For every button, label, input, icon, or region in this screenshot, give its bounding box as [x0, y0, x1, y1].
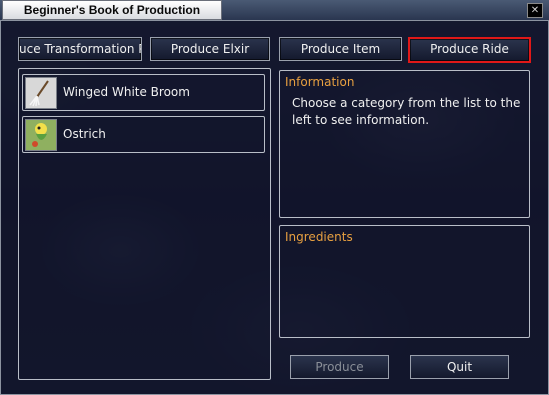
information-panel: Information Choose a category from the l…: [279, 70, 530, 218]
recipe-label: Ostrich: [63, 127, 106, 141]
quit-button[interactable]: Quit: [410, 355, 509, 379]
window-title: Beginner's Book of Production: [2, 0, 222, 20]
information-text: Choose a category from the list to the l…: [292, 96, 521, 127]
list-item-ostrich[interactable]: Ostrich: [22, 116, 265, 153]
tab-produce-item[interactable]: Produce Item: [279, 37, 402, 61]
recipe-label: Winged White Broom: [63, 85, 190, 99]
tab-produce-ride[interactable]: Produce Ride: [408, 37, 531, 63]
ostrich-icon: [25, 119, 57, 151]
list-item-winged-white-broom[interactable]: Winged White Broom: [22, 74, 265, 111]
tab-produce-transformation-potion[interactable]: uce Transformation Po: [18, 37, 142, 61]
ingredients-heading: Ingredients: [285, 230, 353, 244]
title-bar[interactable]: Beginner's Book of Production ✕: [0, 0, 549, 20]
information-heading: Information: [285, 75, 355, 89]
tab-produce-elixir[interactable]: Produce Elxir: [150, 37, 270, 61]
ingredients-panel: Ingredients: [279, 225, 530, 338]
produce-button[interactable]: Produce: [290, 355, 389, 379]
broom-icon: [25, 77, 57, 109]
close-icon[interactable]: ✕: [527, 3, 543, 18]
recipe-list: [18, 68, 271, 380]
